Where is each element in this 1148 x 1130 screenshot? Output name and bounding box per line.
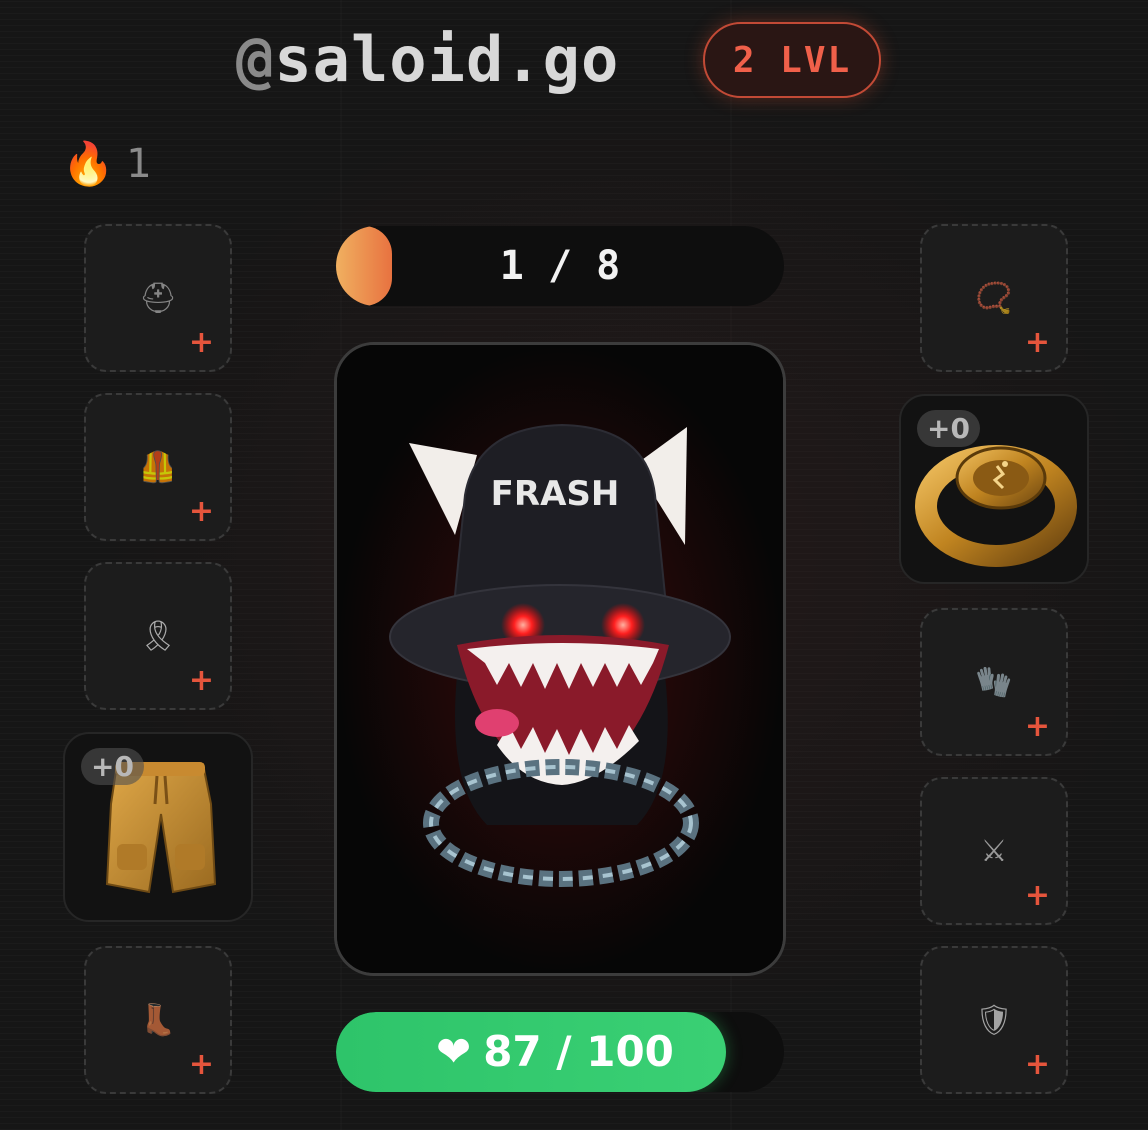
hat-logo-text: FRASH bbox=[491, 474, 620, 514]
slot-necklace[interactable]: 📿 + bbox=[920, 224, 1068, 372]
slot-shield[interactable]: 🛡 + bbox=[920, 946, 1068, 1094]
username: @saloid.go bbox=[236, 20, 619, 100]
slot-amulet[interactable]: 🎗 + bbox=[84, 562, 232, 710]
add-icon: + bbox=[188, 325, 214, 360]
slot-helmet[interactable]: ⛑ + bbox=[84, 224, 232, 372]
enhance-badge: +0 bbox=[81, 748, 144, 785]
equipped-pants[interactable]: +0 bbox=[63, 732, 253, 922]
add-icon: + bbox=[188, 663, 214, 698]
progress-label: 1 / 8 bbox=[499, 243, 621, 289]
fire-icon: 🔥 bbox=[62, 139, 115, 188]
add-icon: + bbox=[188, 494, 214, 529]
add-icon: + bbox=[1024, 709, 1050, 744]
add-icon: + bbox=[188, 1047, 214, 1082]
add-icon: + bbox=[1024, 325, 1050, 360]
enhance-badge: +0 bbox=[917, 410, 980, 447]
streak-counter: 🔥 1 bbox=[62, 138, 152, 190]
stage-progress-bar: 1 / 8 bbox=[336, 226, 784, 306]
add-icon: + bbox=[1024, 878, 1050, 913]
heart-icon: ❤ bbox=[436, 1027, 472, 1076]
health-bar: ❤ 87 / 100 bbox=[336, 1012, 784, 1092]
equipped-ring[interactable]: +0 bbox=[899, 394, 1089, 584]
username-at: @ bbox=[236, 23, 275, 96]
level-badge[interactable]: 2 LVL bbox=[703, 22, 881, 98]
slot-vest[interactable]: 🦺 + bbox=[84, 393, 232, 541]
slot-weapon[interactable]: ⚔ + bbox=[920, 777, 1068, 925]
username-text: saloid.go bbox=[274, 23, 620, 96]
slot-gloves[interactable]: 🧤 + bbox=[920, 608, 1068, 756]
health-label: 87 / 100 bbox=[483, 1027, 674, 1076]
character-card[interactable]: FRASH bbox=[334, 342, 786, 976]
add-icon: + bbox=[1024, 1047, 1050, 1082]
streak-count: 1 bbox=[126, 141, 152, 187]
slot-boots[interactable]: 👢 + bbox=[84, 946, 232, 1094]
health-display: ❤ 87 / 100 bbox=[436, 1012, 674, 1092]
character-avatar: FRASH bbox=[337, 345, 783, 973]
